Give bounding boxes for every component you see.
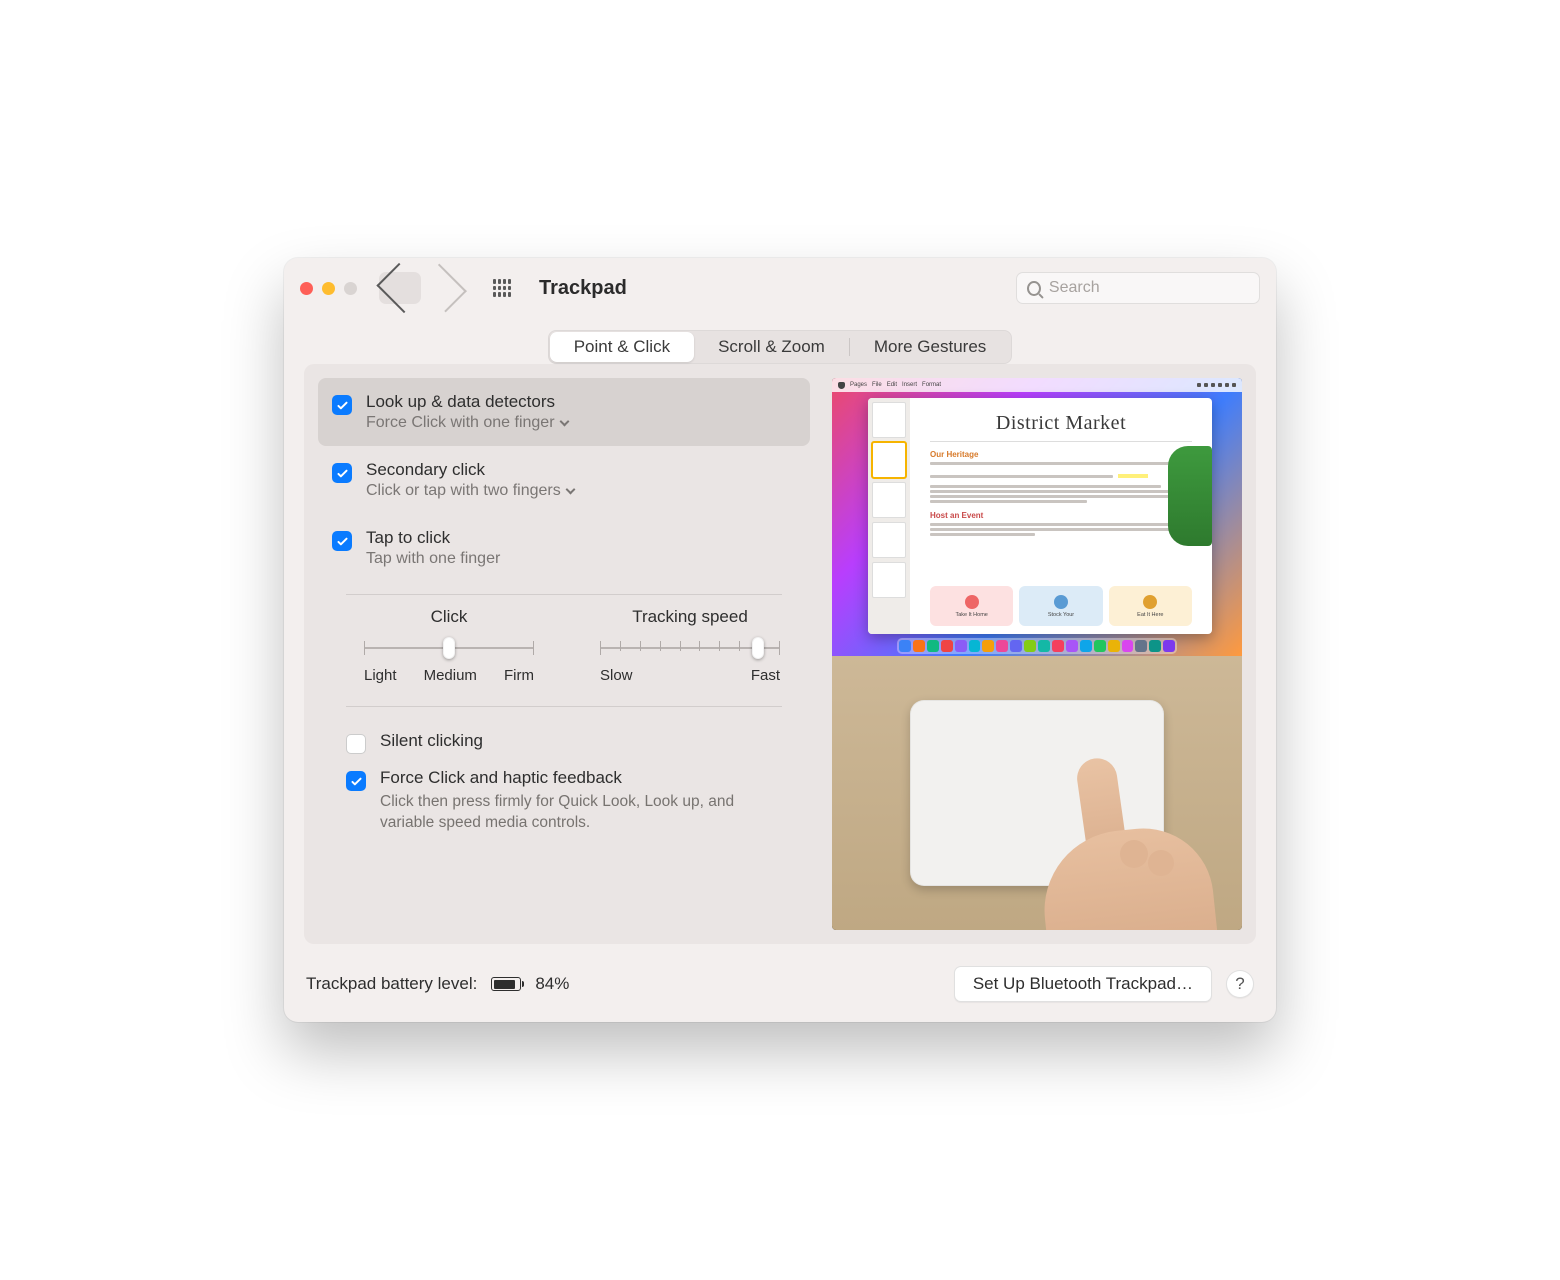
search-input[interactable] [1049,279,1249,297]
click-slider-knob[interactable] [443,637,455,659]
secondary-click-subtitle-dropdown[interactable]: Click or tap with two fingers [366,482,574,500]
click-label-light: Light [364,667,397,684]
forward-button [423,272,465,304]
tracking-slider-knob[interactable] [752,637,764,659]
force-click-title: Force Click and haptic feedback [380,768,780,788]
help-button[interactable]: ? [1226,970,1254,998]
secondary-click-checkbox[interactable] [332,463,352,483]
preview-section-event: Host an Event [930,511,1192,520]
silent-clicking-title: Silent clicking [380,731,483,751]
click-label-medium: Medium [424,667,477,684]
zoom-window-button [344,282,357,295]
click-slider-title: Click [431,607,468,627]
tracking-slider-title: Tracking speed [632,607,748,627]
option-lookup[interactable]: Look up & data detectors Force Click wit… [318,378,810,446]
tap-to-click-checkbox[interactable] [332,531,352,551]
battery-icon [491,977,521,991]
preview-document-window: District Market Our Heritage Host an Eve… [868,398,1212,634]
preview-hand-icon [1024,740,1194,930]
tab-more-gestures[interactable]: More Gestures [850,332,1010,362]
minimize-window-button[interactable] [322,282,335,295]
option-secondary-click[interactable]: Secondary click Click or tap with two fi… [318,446,810,514]
force-click-description: Click then press firmly for Quick Look, … [380,792,780,834]
show-all-button[interactable] [493,279,511,297]
battery-label: Trackpad battery level: [306,974,477,994]
preview-doc-title: District Market [930,412,1192,435]
chevron-left-icon [376,263,426,313]
search-field[interactable] [1016,272,1260,304]
click-slider-group: Click Light Medium Firm [364,607,534,684]
tracking-slider[interactable] [600,639,780,657]
battery-percentage: 84% [535,974,569,994]
back-button[interactable] [379,272,421,304]
tap-to-click-title: Tap to click [366,528,500,548]
footer: Trackpad battery level: 84% Set Up Bluet… [284,962,1276,1022]
tab-scroll-and-zoom[interactable]: Scroll & Zoom [694,332,849,362]
option-tap-to-click[interactable]: Tap to click Tap with one finger [318,514,810,582]
preview-desktop: PagesFileEditInsertFormat District Marke… [832,378,1242,656]
search-icon [1027,281,1041,296]
tracking-label-fast: Fast [751,667,780,684]
close-window-button[interactable] [300,282,313,295]
option-silent-clicking[interactable]: Silent clicking [332,723,796,760]
silent-clicking-checkbox[interactable] [346,734,366,754]
pane-title: Trackpad [539,277,627,300]
tap-to-click-subtitle: Tap with one finger [366,550,500,568]
click-slider[interactable] [364,639,534,657]
chevron-down-icon [559,417,569,427]
preview-trackpad [832,656,1242,930]
secondary-click-title: Secondary click [366,460,574,480]
lookup-title: Look up & data detectors [366,392,568,412]
content-panel: Look up & data detectors Force Click wit… [304,364,1256,944]
lookup-subtitle-dropdown[interactable]: Force Click with one finger [366,414,568,432]
gesture-preview: PagesFileEditInsertFormat District Marke… [832,378,1242,930]
tabs-segmented-control[interactable]: Point & Click Scroll & Zoom More Gesture… [548,330,1013,364]
chevron-down-icon [565,485,575,495]
lookup-checkbox[interactable] [332,395,352,415]
window-controls [300,282,357,295]
preferences-window: Trackpad Point & Click Scroll & Zoom Mor… [284,258,1276,1022]
preview-dock [897,638,1177,654]
setup-bluetooth-button[interactable]: Set Up Bluetooth Trackpad… [954,966,1212,1002]
tab-point-and-click[interactable]: Point & Click [550,332,694,362]
tracking-label-slow: Slow [600,667,633,684]
force-click-checkbox[interactable] [346,771,366,791]
option-force-click[interactable]: Force Click and haptic feedback Click th… [332,760,796,840]
toolbar: Trackpad [284,258,1276,318]
preview-section-heritage: Our Heritage [930,450,1192,459]
tracking-slider-group: Tracking speed Slow Fast [600,607,780,684]
chevron-right-icon [418,264,467,313]
click-label-firm: Firm [504,667,534,684]
